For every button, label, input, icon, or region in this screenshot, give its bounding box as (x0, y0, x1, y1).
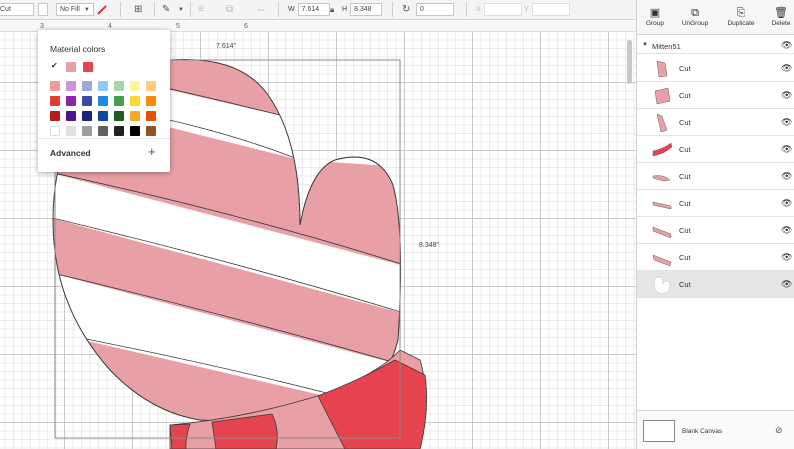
layer-label: Cut (679, 118, 691, 127)
duplicate-icon: ⎘ (736, 7, 746, 19)
trash-icon: 🗑︎ (774, 7, 788, 19)
color-picker-popup: Material colors ✔ Advanced + (38, 30, 170, 172)
layer-row[interactable]: Cut 👁︎ (637, 55, 794, 82)
layer-label: Cut (679, 145, 691, 154)
layer-label: Cut (679, 64, 691, 73)
palette-color-swatch[interactable] (146, 96, 156, 106)
palette-color-swatch[interactable] (82, 111, 92, 121)
palette-color-swatch[interactable] (66, 81, 76, 91)
layer-thumbnail (651, 193, 673, 214)
palette-color-swatch[interactable] (66, 126, 76, 136)
recent-color-swatch[interactable] (66, 62, 76, 72)
eye-icon[interactable]: 👁︎ (781, 225, 792, 236)
group-icon: ▣ (649, 7, 661, 19)
palette-color-swatch[interactable] (146, 111, 156, 121)
blank-canvas-label: Blank Canvas (682, 428, 723, 435)
palette-color-swatch[interactable] (98, 126, 108, 136)
eye-icon[interactable]: 👁︎ (781, 198, 792, 209)
layer-thumbnail (651, 58, 673, 79)
layer-row[interactable]: Cut 👁︎ (637, 136, 794, 163)
palette-color-swatch[interactable] (114, 111, 124, 121)
ungroup-button[interactable]: ⧉ UnGroup (675, 6, 715, 27)
palette-color-swatch[interactable] (82, 126, 92, 136)
palette-color-swatch[interactable] (66, 96, 76, 106)
layers-panel: ▣ Group ⧉ UnGroup ⎘ Duplicate 🗑︎ Delete … (636, 0, 794, 449)
blank-canvas-row[interactable]: Blank Canvas ⊘ (637, 410, 794, 449)
group-name: Mitten51 (652, 42, 681, 51)
eye-icon[interactable]: 👁︎ (781, 279, 792, 290)
popup-title: Material colors (50, 44, 106, 54)
layer-thumbnail (651, 139, 673, 160)
layer-row[interactable]: Cut 👁︎ (637, 271, 794, 298)
layer-label: Cut (679, 280, 691, 289)
height-dimension-label: 8.348" (419, 242, 440, 249)
eye-icon[interactable]: 👁︎ (781, 117, 792, 128)
layer-row[interactable]: Cut 👁︎ (637, 217, 794, 244)
recent-color-swatch[interactable] (83, 62, 93, 72)
check-icon: ✔ (51, 61, 58, 70)
duplicate-button[interactable]: ⎘ Duplicate (721, 6, 761, 27)
palette-color-swatch[interactable] (50, 96, 60, 106)
layer-row[interactable]: Cut 👁︎ (637, 244, 794, 271)
palette-color-swatch[interactable] (98, 96, 108, 106)
ungroup-icon: ⧉ (691, 7, 699, 19)
layer-thumbnail (651, 166, 673, 187)
add-color-button[interactable]: + (148, 144, 156, 159)
layer-thumbnail (651, 274, 673, 295)
layer-group-row[interactable]: ▼ Mitten51 👁︎ (637, 38, 794, 54)
palette-color-swatch[interactable] (114, 96, 124, 106)
palette-color-swatch[interactable] (98, 111, 108, 121)
eye-icon[interactable]: 👁︎ (781, 171, 792, 182)
layer-label: Cut (679, 253, 691, 262)
palette-color-swatch[interactable] (50, 81, 60, 91)
palette-color-swatch[interactable] (146, 126, 156, 136)
layer-thumbnail (651, 247, 673, 268)
eye-hidden-icon[interactable]: ⊘ (775, 425, 783, 436)
layer-label: Cut (679, 91, 691, 100)
palette-color-swatch[interactable] (114, 126, 124, 136)
palette-color-swatch[interactable] (66, 111, 76, 121)
vertical-scrollbar[interactable] (627, 40, 632, 84)
eye-icon[interactable]: 👁︎ (781, 90, 792, 101)
layer-label: Cut (679, 226, 691, 235)
eye-icon[interactable]: 👁︎ (781, 40, 792, 51)
layer-row[interactable]: Cut 👁︎ (637, 82, 794, 109)
palette-color-swatch[interactable] (146, 81, 156, 91)
width-dimension-label: 7.614" (216, 43, 237, 50)
eye-icon[interactable]: 👁︎ (781, 252, 792, 263)
advanced-label[interactable]: Advanced (50, 148, 91, 158)
palette-color-swatch[interactable] (130, 81, 140, 91)
layer-row[interactable]: Cut 👁︎ (637, 109, 794, 136)
layer-thumbnail (651, 220, 673, 241)
layer-label: Cut (679, 172, 691, 181)
palette-color-swatch[interactable] (98, 81, 108, 91)
delete-button[interactable]: 🗑︎ Delete (761, 6, 794, 27)
palette-color-swatch[interactable] (130, 96, 140, 106)
layer-row[interactable]: Cut 👁︎ (637, 190, 794, 217)
layer-thumbnail (651, 112, 673, 133)
group-button[interactable]: ▣ Group (635, 6, 675, 27)
palette-color-swatch[interactable] (130, 126, 140, 136)
palette-color-swatch[interactable] (130, 111, 140, 121)
layer-thumbnail (651, 85, 673, 106)
palette-color-swatch[interactable] (50, 111, 60, 121)
palette-color-swatch[interactable] (82, 96, 92, 106)
palette-color-swatch[interactable] (50, 126, 60, 136)
blank-canvas-swatch[interactable] (643, 420, 675, 442)
layer-label: Cut (679, 199, 691, 208)
palette-color-swatch[interactable] (114, 81, 124, 91)
palette-color-swatch[interactable] (82, 81, 92, 91)
eye-icon[interactable]: 👁︎ (781, 144, 792, 155)
eye-icon[interactable]: 👁︎ (781, 63, 792, 74)
layer-row[interactable]: Cut 👁︎ (637, 163, 794, 190)
layers-actions: ▣ Group ⧉ UnGroup ⎘ Duplicate 🗑︎ Delete (637, 0, 794, 35)
collapse-chevron-icon[interactable]: ▼ (642, 42, 648, 48)
